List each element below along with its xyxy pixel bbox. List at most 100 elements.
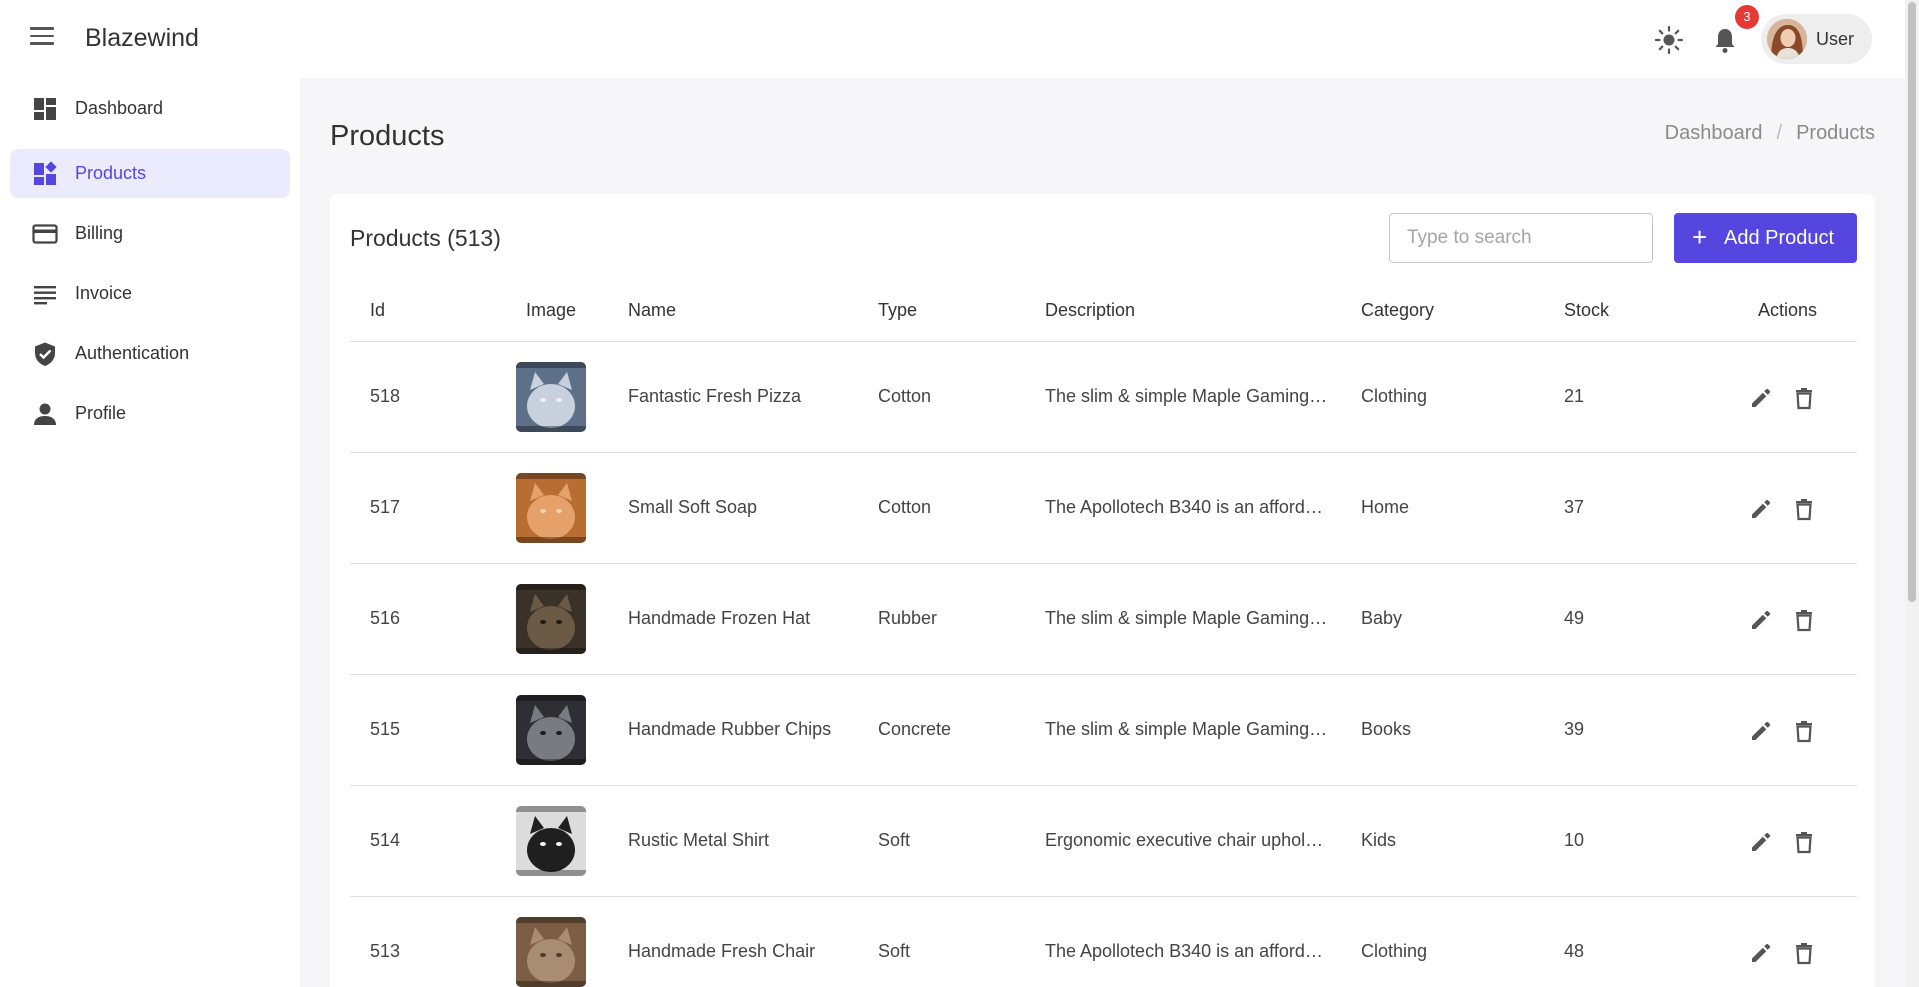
cell-type: Concrete — [878, 719, 952, 739]
cell-category: Books — [1361, 719, 1412, 739]
plus-icon: + — [1692, 222, 1708, 252]
sidebar-item-label: Dashboard — [75, 98, 164, 118]
breadcrumb-item-products: Products — [1796, 122, 1875, 144]
cell-name: Handmade Rubber Chips — [628, 719, 832, 739]
cell-type: Cotton — [878, 386, 932, 406]
column-header-image: Image — [526, 300, 577, 320]
product-image — [516, 917, 586, 987]
user-menu-button[interactable]: User — [1761, 14, 1872, 64]
app-brand: Blazewind — [85, 24, 199, 52]
column-header-name: Name — [628, 300, 677, 320]
cell-type: Soft — [878, 941, 911, 961]
sidebar-item-profile[interactable]: Profile — [10, 389, 290, 438]
cell-name: Handmade Frozen Hat — [628, 608, 811, 628]
main-content: Products Dashboard / Products Products (51… — [300, 78, 1905, 987]
breadcrumb-item-dashboard[interactable]: Dashboard — [1665, 122, 1763, 144]
table-body: 518 Fantastic Fresh Pizza Cotton The slim &… — [350, 342, 1857, 987]
cell-category: Kids — [1361, 830, 1397, 850]
delete-trash-icon[interactable] — [1791, 385, 1817, 411]
delete-trash-icon[interactable] — [1791, 607, 1817, 633]
cell-type: Cotton — [878, 497, 932, 517]
column-header-id: Id — [370, 300, 386, 320]
table-row: 516 Handmade Frozen Hat Rubber The slim & s… — [350, 564, 1857, 675]
cell-category: Baby — [1361, 608, 1403, 628]
cell-category: Clothing — [1361, 941, 1428, 961]
dashboard-icon — [34, 98, 56, 120]
sidebar-item-invoice[interactable]: Invoice — [10, 269, 290, 318]
breadcrumb: Dashboard / Products — [1665, 122, 1875, 145]
cell-id: 514 — [370, 830, 401, 850]
sidebar-item-products[interactable]: Products — [10, 149, 290, 198]
column-header-category: Category — [1361, 300, 1435, 320]
cell-id: 518 — [370, 386, 401, 406]
scrollbar-thumb[interactable] — [1908, 2, 1916, 602]
product-image — [516, 473, 586, 543]
sidebar-item-dashboard[interactable]: Dashboard — [10, 84, 290, 133]
add-product-button[interactable]: + Add Product — [1674, 213, 1857, 263]
lines-icon — [34, 286, 56, 305]
edit-pencil-icon[interactable] — [1748, 496, 1774, 522]
delete-trash-icon[interactable] — [1791, 940, 1817, 966]
cell-id: 515 — [370, 719, 401, 739]
edit-pencil-icon[interactable] — [1748, 718, 1774, 744]
cell-stock: 10 — [1564, 830, 1585, 850]
avatar — [1767, 19, 1807, 59]
page-title: Products — [330, 120, 445, 152]
cell-id: 513 — [370, 941, 401, 961]
cell-description: The Apollotech B340 is an afford… — [1045, 497, 1323, 517]
table-header: Id Image Name Type Description Category … — [350, 276, 1857, 342]
cell-stock: 49 — [1564, 608, 1585, 628]
cell-description: The slim & simple Maple Gaming… — [1045, 386, 1328, 406]
sidebar-item-label: Authentication — [75, 343, 190, 363]
search-input[interactable] — [1389, 213, 1653, 263]
product-image — [516, 806, 586, 876]
cell-description: The Apollotech B340 is an afford… — [1045, 941, 1323, 961]
menu-icon[interactable] — [30, 27, 58, 51]
cell-stock: 37 — [1564, 497, 1585, 517]
edit-pencil-icon[interactable] — [1748, 385, 1774, 411]
delete-trash-icon[interactable] — [1791, 718, 1817, 744]
product-image — [516, 584, 586, 654]
bell-icon[interactable] — [1708, 23, 1742, 57]
credit-card-icon — [32, 224, 58, 244]
sidebar: Dashboard Products Billing Invoice Authe… — [0, 78, 300, 987]
cell-stock: 39 — [1564, 719, 1585, 739]
cell-description: The slim & simple Maple Gaming… — [1045, 719, 1328, 739]
cell-name: Fantastic Fresh Pizza — [628, 386, 802, 406]
person-icon — [34, 403, 56, 425]
cell-stock: 21 — [1564, 386, 1585, 406]
cell-id: 516 — [370, 608, 401, 628]
shield-icon — [35, 342, 55, 366]
table-row: 517 Small Soft Soap Cotton The Apollotech B… — [350, 453, 1857, 564]
top-bar: Blazewind 3 User — [0, 0, 1905, 78]
table-row: 515 Handmade Rubber Chips Concrete The slim… — [350, 675, 1857, 786]
sidebar-item-billing[interactable]: Billing — [10, 209, 290, 258]
cell-category: Clothing — [1361, 386, 1428, 406]
delete-trash-icon[interactable] — [1791, 496, 1817, 522]
edit-pencil-icon[interactable] — [1748, 607, 1774, 633]
edit-pencil-icon[interactable] — [1748, 829, 1774, 855]
page-scrollbar[interactable] — [1905, 0, 1919, 987]
delete-trash-icon[interactable] — [1791, 829, 1817, 855]
column-header-actions: Actions — [1758, 300, 1818, 320]
product-image — [516, 362, 586, 432]
edit-pencil-icon[interactable] — [1748, 940, 1774, 966]
card-title: Products (513) — [350, 225, 501, 251]
cell-name: Rustic Metal Shirt — [628, 830, 770, 850]
notification-badge: 3 — [1735, 5, 1759, 29]
breadcrumb-separator: / — [1776, 122, 1783, 144]
add-product-label: Add Product — [1724, 227, 1835, 249]
sidebar-item-authentication[interactable]: Authentication — [10, 329, 290, 378]
cell-id: 517 — [370, 497, 401, 517]
products-table: Id Image Name Type Description Category … — [350, 276, 1857, 987]
table-row: 518 Fantastic Fresh Pizza Cotton The slim &… — [350, 342, 1857, 453]
user-label: User — [1816, 29, 1855, 49]
table-row: 514 Rustic Metal Shirt Soft Ergonomic execu… — [350, 786, 1857, 897]
theme-toggle-sun-icon[interactable] — [1652, 23, 1686, 57]
cell-name: Handmade Fresh Chair — [628, 941, 816, 961]
sidebar-item-label: Products — [75, 163, 147, 183]
cell-description: The slim & simple Maple Gaming… — [1045, 608, 1328, 628]
column-header-stock: Stock — [1564, 300, 1610, 320]
products-icon — [34, 161, 57, 185]
sidebar-item-label: Invoice — [75, 283, 133, 303]
